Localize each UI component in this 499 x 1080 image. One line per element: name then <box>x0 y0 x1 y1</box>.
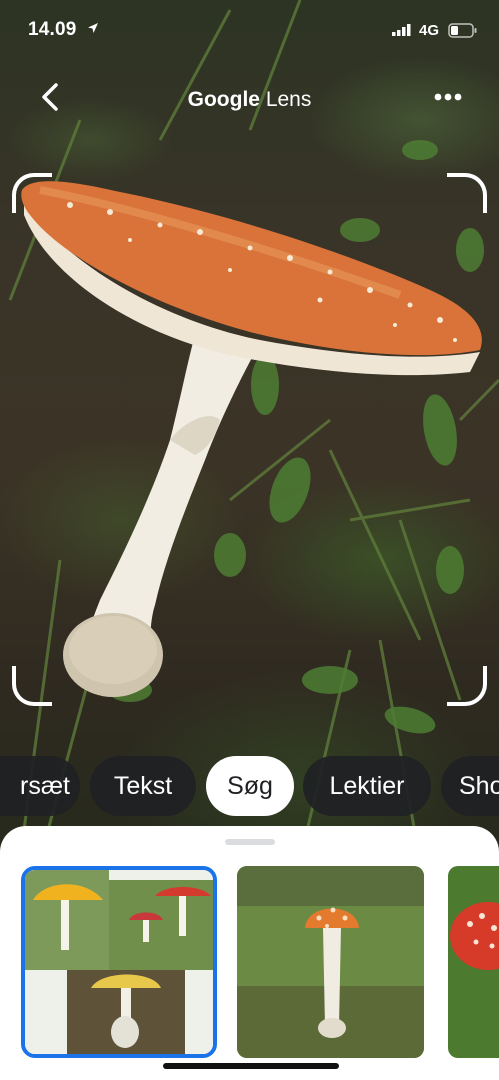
more-options-button[interactable] <box>430 86 466 108</box>
network-type: 4G <box>419 22 440 39</box>
result-image-1 <box>25 870 213 1054</box>
result-image-card[interactable] <box>448 866 499 1058</box>
mode-chip-text[interactable]: Tekst <box>90 756 196 816</box>
result-image-3 <box>448 866 499 1058</box>
result-image-card[interactable] <box>237 866 424 1058</box>
more-horizontal-icon <box>434 93 462 101</box>
app-title-brand: Google <box>187 88 260 111</box>
battery-icon <box>448 23 477 38</box>
result-image-card[interactable] <box>21 866 217 1058</box>
home-indicator <box>163 1063 339 1069</box>
app-title: Google Lens <box>0 88 499 112</box>
results-sheet <box>0 826 499 1080</box>
crop-handle-top-left[interactable] <box>12 173 52 213</box>
crop-handle-bottom-left[interactable] <box>12 666 52 706</box>
crop-handle-top-right[interactable] <box>447 173 487 213</box>
mode-chip-shopping[interactable]: Sho <box>441 756 499 816</box>
app-title-product: Lens <box>265 88 312 111</box>
location-arrow-icon <box>88 23 98 33</box>
mushroom-photo <box>8 0 499 860</box>
mode-chip-search[interactable]: Søg <box>206 756 294 816</box>
sheet-drag-handle[interactable] <box>225 839 275 845</box>
mode-selector: rsæt Tekst Søg Lektier Sho <box>0 756 499 818</box>
status-bar: 14.09 4G <box>0 0 499 60</box>
status-time: 14.09 <box>28 19 77 40</box>
mode-chip-homework[interactable]: Lektier <box>303 756 431 816</box>
camera-photo <box>0 0 499 860</box>
result-image-2 <box>237 866 424 1058</box>
signal-strength-icon <box>392 24 411 36</box>
mode-chip-translate[interactable]: rsæt <box>0 756 80 816</box>
